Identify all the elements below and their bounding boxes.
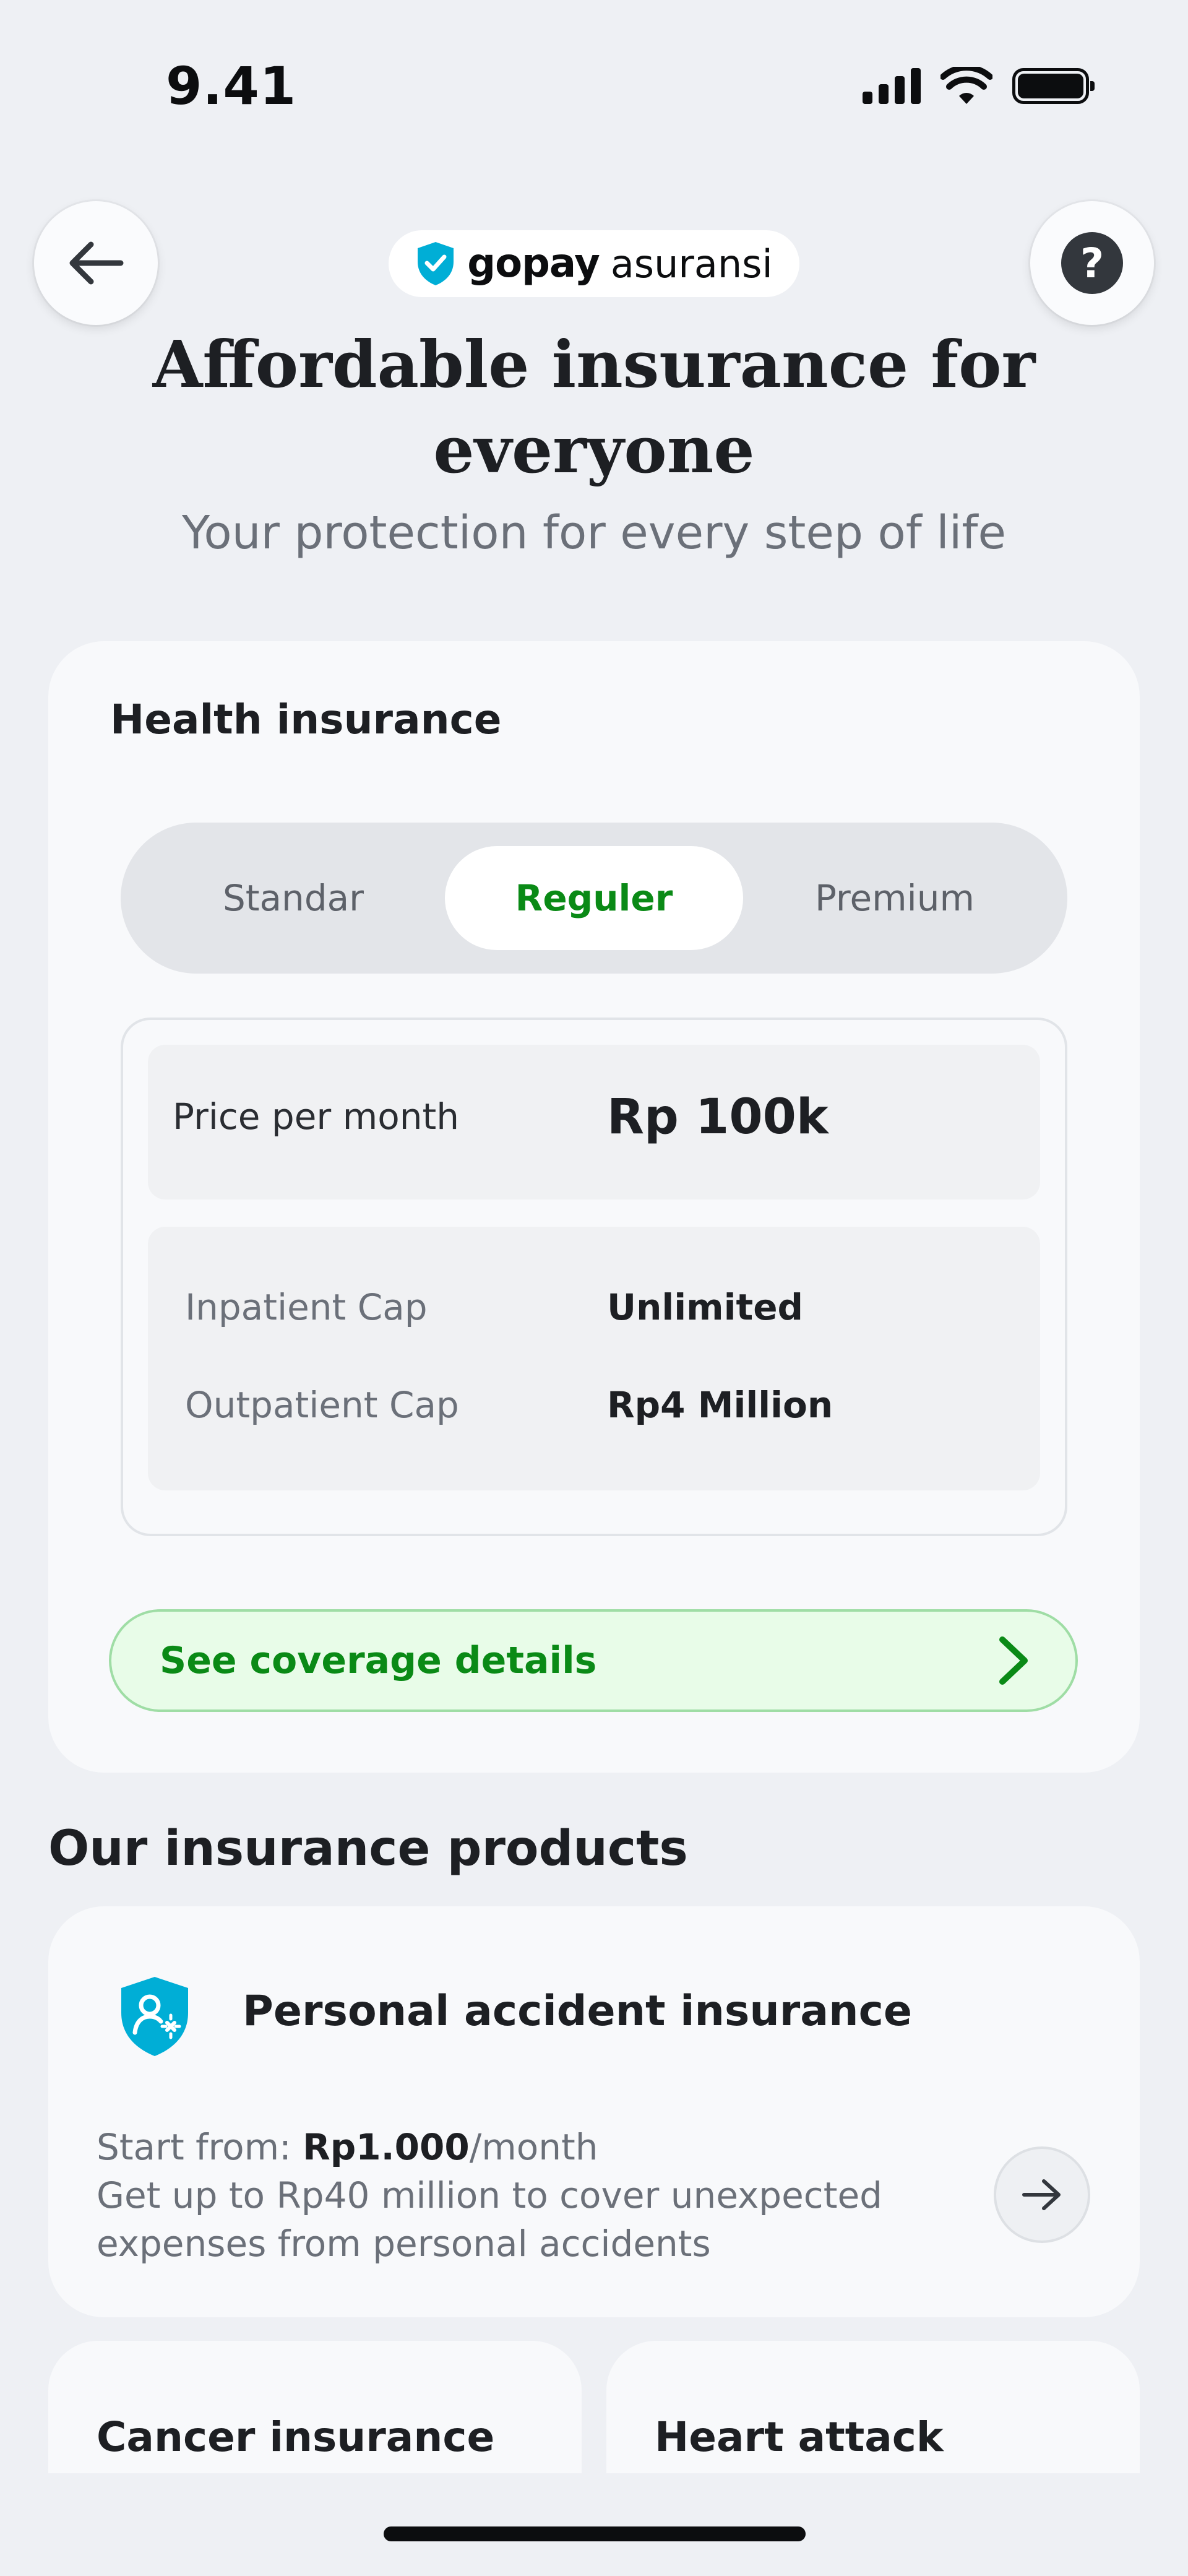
- brand-name: gopay: [467, 241, 600, 287]
- brand-suffix: asuransi: [610, 241, 773, 287]
- tab-premium[interactable]: Premium: [746, 846, 1044, 950]
- shield-person-icon: [121, 1977, 188, 2056]
- screen: 9.41 gopay asuransi ? Affordable insuran…: [0, 0, 1188, 2576]
- status-time: 9.41: [166, 56, 297, 116]
- help-button[interactable]: ?: [1030, 201, 1154, 325]
- personal-accident-details: Get up to Rp40 million to cover unexpect…: [97, 2174, 882, 2265]
- shield-check-icon: [418, 242, 454, 285]
- personal-accident-description: Start from: Rp1.000/month Get up to Rp40…: [97, 2123, 950, 2268]
- plan-selector: Standar Reguler Premium: [121, 823, 1067, 974]
- battery-icon: [1012, 68, 1095, 104]
- plan-details: Price per month Rp 100k Inpatient Cap Un…: [121, 1018, 1067, 1536]
- price-value: Rp 100k: [607, 1089, 829, 1145]
- tab-reguler[interactable]: Reguler: [445, 846, 743, 950]
- personal-accident-title: Personal accident insurance: [243, 1987, 913, 2036]
- bottom-safe-area: [0, 2473, 1188, 2576]
- personal-accident-price-line: Start from: Rp1.000/month: [97, 2123, 950, 2171]
- start-period: /month: [469, 2126, 598, 2168]
- health-insurance-title: Health insurance: [110, 696, 502, 743]
- products-section-title: Our insurance products: [48, 1821, 688, 1877]
- health-insurance-card: Health insurance Standar Reguler Premium…: [48, 641, 1140, 1773]
- signal-icon: [863, 68, 921, 104]
- status-icons: [863, 67, 1095, 105]
- back-button[interactable]: [34, 201, 158, 325]
- outpatient-cap-label: Outpatient Cap: [185, 1384, 459, 1426]
- home-indicator[interactable]: [384, 2526, 806, 2541]
- price-label: Price per month: [173, 1096, 459, 1138]
- status-bar: 9.41: [0, 0, 1188, 142]
- tab-standar[interactable]: Standar: [144, 846, 442, 950]
- arrow-right-icon: [1022, 2179, 1061, 2210]
- see-coverage-details-button[interactable]: See coverage details: [109, 1609, 1078, 1712]
- page-title: Affordable insurance for everyone: [152, 326, 1036, 488]
- inpatient-cap-label: Inpatient Cap: [185, 1286, 428, 1328]
- page-subtitle: Your protection for every step of life: [181, 506, 1007, 560]
- brand-logo: gopay asuransi: [389, 230, 799, 297]
- inpatient-cap-value: Unlimited: [607, 1286, 804, 1328]
- start-price: Rp1.000: [303, 2126, 470, 2168]
- start-from-label: Start from:: [97, 2126, 303, 2168]
- personal-accident-card[interactable]: Personal accident insurance Start from: …: [48, 1906, 1140, 2317]
- wifi-icon: [940, 67, 992, 104]
- question-mark-icon: ?: [1061, 232, 1123, 294]
- chevron-right-icon: [999, 1636, 1028, 1685]
- price-row: Price per month Rp 100k: [148, 1045, 1040, 1199]
- arrow-left-icon: [69, 241, 124, 285]
- see-coverage-details-label: See coverage details: [160, 1639, 597, 1682]
- caps-table: Inpatient Cap Unlimited Outpatient Cap R…: [148, 1227, 1040, 1490]
- personal-accident-open-button[interactable]: [994, 2146, 1090, 2243]
- cancer-insurance-title: Cancer insurance: [97, 2413, 495, 2461]
- outpatient-cap-value: Rp4 Million: [607, 1384, 833, 1426]
